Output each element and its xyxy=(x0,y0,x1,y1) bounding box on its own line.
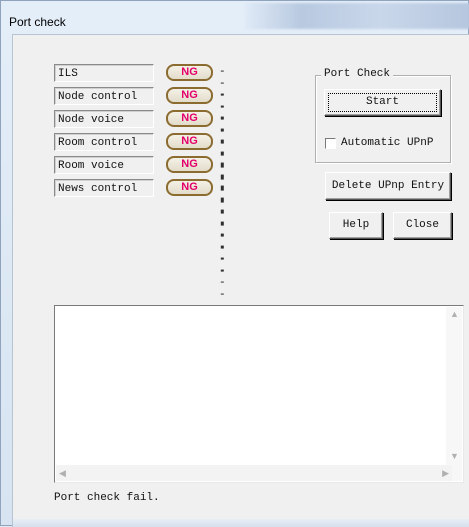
window-title: Port check xyxy=(9,15,66,29)
port-check-window: Port check ILS NG ---------- Node contro… xyxy=(0,0,469,527)
scroll-left-arrow-icon[interactable]: ◀ xyxy=(59,468,66,478)
port-name-label: ILS xyxy=(54,64,154,82)
scroll-right-arrow-icon[interactable]: ▶ xyxy=(442,468,449,478)
status-badge: NG xyxy=(166,179,213,196)
status-badge: NG xyxy=(166,64,213,81)
horizontal-scrollbar[interactable]: ◀ ▶ xyxy=(56,465,452,481)
delete-upnp-entry-button[interactable]: Delete UPnp Entry xyxy=(325,172,451,200)
status-badge: NG xyxy=(166,87,213,104)
close-button[interactable]: Close xyxy=(393,212,452,239)
status-badge: NG xyxy=(166,156,213,173)
port-name-label: Room voice xyxy=(54,156,154,174)
port-name-label: Node voice xyxy=(54,110,154,128)
start-button[interactable]: Start xyxy=(324,89,441,116)
scroll-down-arrow-icon[interactable]: ▼ xyxy=(450,451,459,461)
status-badge: NG xyxy=(166,133,213,150)
port-name-label: Node control xyxy=(54,87,154,105)
log-output-area[interactable]: ▲ ▼ ◀ ▶ xyxy=(54,305,464,483)
port-result: ---------- xyxy=(219,181,226,301)
scroll-up-arrow-icon[interactable]: ▲ xyxy=(450,309,459,319)
port-name-label: News control xyxy=(54,179,154,197)
automatic-upnp-label[interactable]: Automatic UPnP xyxy=(341,137,433,149)
title-bar-obscured-area xyxy=(245,3,469,29)
status-badge: NG xyxy=(166,110,213,127)
status-message: Port check fail. xyxy=(54,492,160,504)
automatic-upnp-checkbox[interactable] xyxy=(325,138,336,149)
port-name-label: Room control xyxy=(54,133,154,151)
title-bar[interactable]: Port check xyxy=(1,1,469,35)
dialog-client-area: ILS NG ---------- Node control NG ------… xyxy=(12,34,469,527)
help-button[interactable]: Help xyxy=(329,212,383,239)
port-check-group-legend: Port Check xyxy=(321,68,394,80)
vertical-scrollbar[interactable]: ▲ ▼ xyxy=(446,307,462,481)
